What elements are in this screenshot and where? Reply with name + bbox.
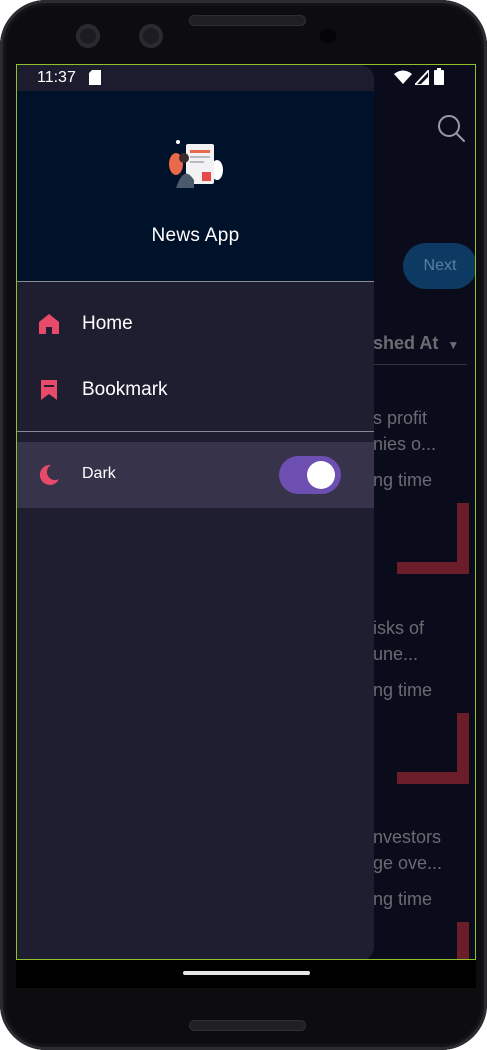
home-icon xyxy=(39,314,59,334)
chevron-down-icon: ▼ xyxy=(447,338,460,352)
app-title: News App xyxy=(151,225,240,246)
wifi-icon xyxy=(394,70,412,84)
next-button[interactable]: Next xyxy=(403,243,475,289)
signal-icon xyxy=(415,70,429,85)
navigation-drawer: 11:37 News App Home Bookmark Dark xyxy=(17,65,374,959)
battery-icon xyxy=(434,68,444,85)
article-1-title-line2: nies o... xyxy=(373,434,437,454)
drawer-header: News App xyxy=(17,91,374,281)
drawer-status-area: 11:37 xyxy=(17,65,374,91)
status-time: 11:37 xyxy=(37,69,76,86)
sd-card-icon xyxy=(89,70,101,85)
menu-item-home[interactable]: Home xyxy=(17,296,374,352)
menu-item-bookmark[interactable]: Bookmark xyxy=(17,362,374,418)
article-3-title-line2: ge ove... xyxy=(373,853,443,873)
dark-mode-row[interactable]: Dark xyxy=(17,442,374,508)
news-reader-illustration xyxy=(169,140,223,188)
header-divider xyxy=(17,281,374,282)
sort-label: shed At xyxy=(373,333,439,353)
menu-label-bookmark: Bookmark xyxy=(82,379,168,400)
dark-mode-toggle[interactable] xyxy=(279,456,341,494)
proximity-sensor xyxy=(320,28,336,44)
bookmark-icon xyxy=(41,380,57,400)
front-camera xyxy=(76,24,100,48)
phone-frame: Next shed At ▼ s profit nies o... ng tim… xyxy=(0,0,487,1050)
article-1-title-line1: s profit xyxy=(373,408,428,428)
article-3-time: ng time xyxy=(373,889,433,909)
home-indicator[interactable] xyxy=(183,971,310,975)
article-2-title-line2: une... xyxy=(373,644,419,664)
front-sensor xyxy=(139,24,163,48)
dark-mode-label: Dark xyxy=(82,465,116,482)
article-2-title-line1: isks of xyxy=(373,618,425,638)
screen: Next shed At ▼ s profit nies o... ng tim… xyxy=(16,64,476,960)
menu-divider xyxy=(17,431,374,432)
article-3-title-line1: nvestors xyxy=(373,827,442,847)
article-3-image xyxy=(457,922,469,959)
moon-icon xyxy=(39,464,59,485)
menu-label-home: Home xyxy=(82,313,133,334)
toggle-knob xyxy=(307,461,335,489)
earpiece-speaker xyxy=(189,15,306,26)
search-icon[interactable] xyxy=(436,113,466,143)
article-1-time: ng time xyxy=(373,470,433,490)
bottom-speaker xyxy=(189,1020,306,1031)
article-2-image-bottom xyxy=(397,772,469,784)
sort-dropdown[interactable]: shed At ▼ xyxy=(373,333,459,354)
article-2-time: ng time xyxy=(373,680,433,700)
article-1-image-bottom xyxy=(397,562,469,574)
sort-underline xyxy=(373,364,467,365)
